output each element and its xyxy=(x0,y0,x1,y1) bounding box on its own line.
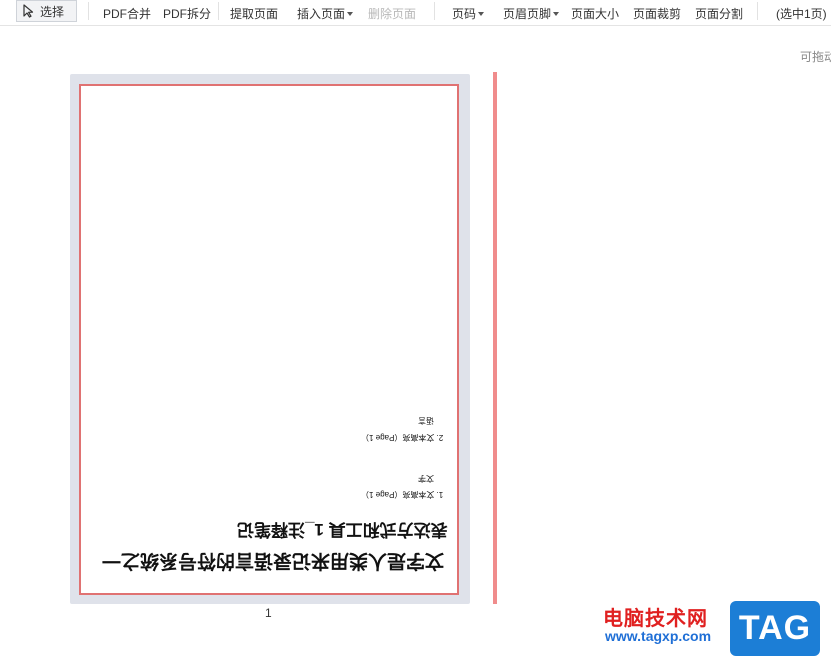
page-thumbnail[interactable]: 文字是人类用来记录语言的符号系统之一 表达方式和工具 1_注释笔记 1. 文本高… xyxy=(79,84,459,595)
header-footer-dropdown[interactable]: 页眉页脚 xyxy=(503,5,560,22)
page-title-line-2: 表达方式和工具 1_注释笔记 xyxy=(237,520,448,539)
pdf-merge-button[interactable]: PDF合并 xyxy=(103,5,151,22)
page-number-dropdown[interactable]: 页码 xyxy=(452,5,485,22)
header-footer-label: 页眉页脚 xyxy=(503,7,552,21)
page-toolbar: 选择 PDF合并 PDF拆分 提取页面 插入页面 删除页面 页码 页眉页脚 页面… xyxy=(0,0,831,26)
select-tool-label: 选择 xyxy=(40,4,65,19)
insert-page-label: 插入页面 xyxy=(297,7,346,21)
toolbar-divider xyxy=(218,2,219,20)
extract-page-button[interactable]: 提取页面 xyxy=(230,5,278,22)
page-size-button[interactable]: 页面大小 xyxy=(571,5,619,22)
toolbar-divider xyxy=(434,2,435,20)
page-title-line-1: 文字是人类用来记录语言的符号系统之一 xyxy=(102,550,445,571)
note-1-label: 1. 文本高亮（Page 1） xyxy=(361,490,444,499)
note-2-label: 2. 文本高亮（Page 1） xyxy=(361,433,444,442)
note-1-text: 文字 xyxy=(418,474,434,483)
drag-hint-text: 可拖动 xyxy=(800,50,831,64)
watermark-logo-text: TAG xyxy=(738,609,812,647)
page-crop-button[interactable]: 页面裁剪 xyxy=(633,5,681,22)
drop-position-indicator xyxy=(493,72,497,604)
watermark-site-name: 电脑技术网 xyxy=(603,608,708,630)
page-number-label: 页码 xyxy=(452,7,477,21)
cursor-arrow-icon xyxy=(23,4,34,18)
chevron-down-icon xyxy=(478,12,485,16)
delete-page-button[interactable]: 删除页面 xyxy=(368,5,416,22)
watermark-site-url: www.tagxp.com xyxy=(605,628,712,644)
page-number-caption: 1 xyxy=(265,606,272,620)
toolbar-divider xyxy=(757,2,758,20)
selected-count-label: (选中1页) xyxy=(776,7,827,21)
insert-page-dropdown[interactable]: 插入页面 xyxy=(297,5,354,22)
watermark-logo: TAG xyxy=(730,601,820,656)
page-split-button[interactable]: 页面分割 xyxy=(695,5,743,22)
toolbar-divider xyxy=(88,2,89,20)
note-2-text: 语言 xyxy=(418,416,434,425)
chevron-down-icon xyxy=(553,12,560,16)
chevron-down-icon xyxy=(347,12,354,16)
select-tool-button[interactable]: 选择 xyxy=(16,0,77,22)
pdf-split-button[interactable]: PDF拆分 xyxy=(163,5,211,22)
